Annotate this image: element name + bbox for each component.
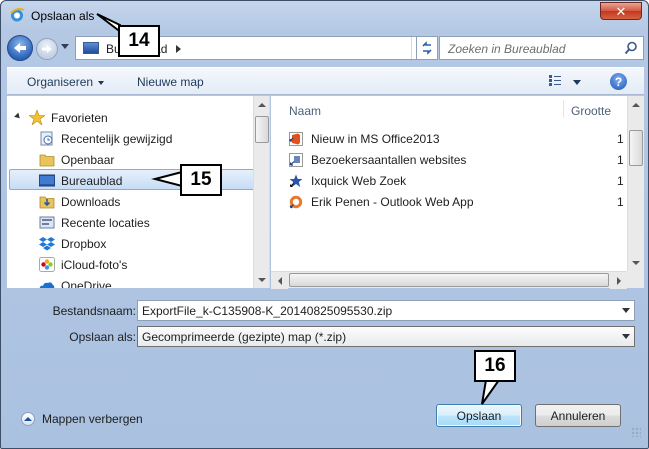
callout-16: 16 [474,350,516,382]
callout-15-pointer [151,170,183,188]
callout-15: 15 [180,164,222,196]
callout-16-pointer [481,379,501,405]
callout-14: 14 [118,25,160,57]
callout-pointers [96,13,501,405]
